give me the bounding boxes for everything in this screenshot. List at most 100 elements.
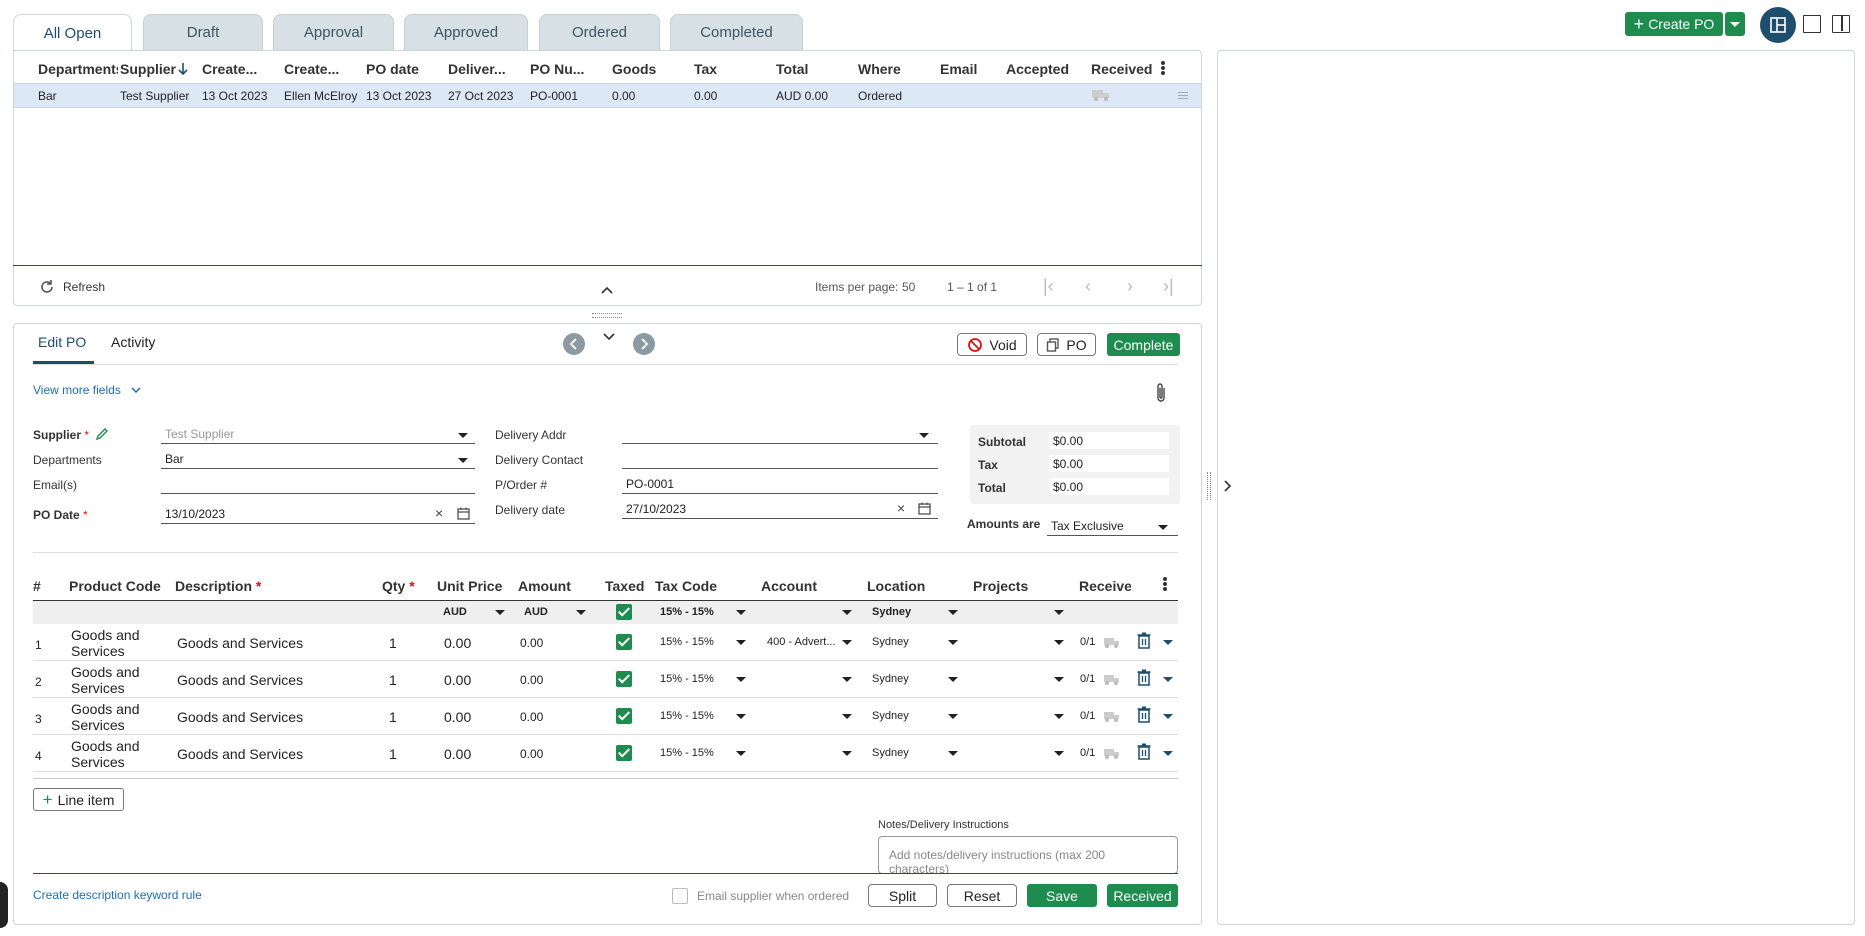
tab-approval[interactable]: Approval — [273, 14, 394, 50]
email-supplier-checkbox[interactable] — [672, 888, 688, 904]
default-amount-currency[interactable]: AUD — [524, 606, 548, 618]
line-description[interactable]: Goods and Services — [177, 635, 303, 651]
split-button[interactable]: Split — [868, 884, 937, 907]
col-po-date[interactable]: PO date — [366, 61, 419, 77]
notes-textarea[interactable]: Add notes/delivery instructions (max 200… — [878, 836, 1178, 874]
tab-activity[interactable]: Activity — [111, 334, 155, 350]
col-email[interactable]: Email — [940, 61, 977, 77]
col-delivery[interactable]: Deliver... — [448, 61, 506, 77]
add-line-item-button[interactable]: + Line item — [33, 788, 124, 811]
col-departments[interactable]: Departments — [38, 61, 118, 77]
layout-columns-icon[interactable] — [1832, 15, 1850, 33]
chevron-up-icon[interactable] — [600, 285, 614, 295]
line-product-code[interactable]: Goods and Services — [71, 627, 149, 659]
line-unit-price[interactable]: 0.00 — [444, 746, 471, 762]
table-row[interactable] — [14, 83, 1201, 108]
next-record-button[interactable] — [633, 333, 655, 355]
expand-row-icon[interactable] — [1163, 677, 1173, 682]
tab-ordered[interactable]: Ordered — [539, 14, 660, 50]
expand-row-icon[interactable] — [1163, 714, 1173, 719]
line-col-projects[interactable]: Projects — [973, 578, 1028, 594]
reset-button[interactable]: Reset — [947, 884, 1017, 907]
porder-field[interactable]: PO-0001 — [622, 476, 938, 494]
line-product-code[interactable]: Goods and Services — [71, 664, 149, 696]
tab-edit-po[interactable]: Edit PO — [38, 334, 86, 350]
line-taxed-checkbox[interactable] — [616, 671, 632, 687]
create-keyword-rule-link[interactable]: Create description keyword rule — [33, 888, 202, 902]
complete-button[interactable]: Complete — [1107, 333, 1180, 356]
prev-record-button[interactable] — [563, 333, 585, 355]
line-unit-price[interactable]: 0.00 — [444, 672, 471, 688]
line-col-qty[interactable]: Qty * — [382, 578, 415, 594]
calendar-icon[interactable] — [918, 502, 931, 515]
pencil-icon[interactable] — [95, 427, 109, 441]
line-col-description[interactable]: Description * — [175, 578, 261, 594]
sort-down-icon[interactable] — [177, 62, 189, 76]
departments-select[interactable]: Bar — [161, 451, 475, 469]
first-page-icon[interactable]: |‹ — [1043, 276, 1054, 297]
chat-widget[interactable] — [0, 882, 8, 928]
line-location[interactable]: Sydney — [872, 673, 909, 685]
line-column-menu-icon[interactable] — [1162, 576, 1168, 594]
line-col-received[interactable]: Receive — [1079, 578, 1131, 594]
po-date-field[interactable]: 13/10/2023 — [161, 506, 475, 524]
expand-row-icon[interactable] — [1163, 751, 1173, 756]
clear-icon[interactable]: × — [897, 500, 905, 516]
view-more-fields-link[interactable]: View more fields — [33, 383, 142, 397]
next-page-icon[interactable]: › — [1127, 276, 1133, 297]
tab-all-open[interactable]: All Open — [13, 14, 132, 52]
resize-grip[interactable] — [592, 313, 622, 318]
line-col-taxed[interactable]: Taxed — [605, 578, 644, 594]
col-po-number[interactable]: PO Nu... — [530, 61, 584, 77]
create-po-button[interactable]: + Create PO — [1625, 12, 1723, 36]
col-goods[interactable]: Goods — [612, 61, 656, 77]
line-location[interactable]: Sydney — [872, 710, 909, 722]
col-total[interactable]: Total — [776, 61, 808, 77]
line-col-product[interactable]: Product Code — [69, 578, 161, 594]
trash-icon[interactable] — [1137, 743, 1151, 763]
line-col-unit-price[interactable]: Unit Price — [437, 578, 502, 594]
line-location[interactable]: Sydney — [872, 636, 909, 648]
drag-handle-icon[interactable] — [1178, 92, 1188, 99]
save-button[interactable]: Save — [1027, 884, 1097, 907]
refresh-icon[interactable] — [38, 278, 56, 296]
line-col-tax-code[interactable]: Tax Code — [655, 578, 717, 594]
line-taxed-checkbox[interactable] — [616, 708, 632, 724]
col-tax[interactable]: Tax — [694, 61, 717, 77]
trash-icon[interactable] — [1137, 632, 1151, 652]
line-product-code[interactable]: Goods and Services — [71, 701, 149, 733]
last-page-icon[interactable]: ›| — [1163, 276, 1174, 297]
clear-icon[interactable]: × — [435, 505, 443, 521]
line-tax-code[interactable]: 15% - 15% — [660, 710, 714, 722]
delivery-contact-field[interactable] — [622, 451, 938, 469]
col-supplier[interactable]: Supplier — [120, 61, 176, 77]
expand-row-icon[interactable] — [1163, 640, 1173, 645]
trash-icon[interactable] — [1137, 706, 1151, 726]
tab-approved[interactable]: Approved — [404, 14, 528, 50]
supplier-select[interactable]: Test Supplier — [161, 426, 475, 444]
prev-page-icon[interactable]: ‹ — [1085, 276, 1091, 297]
col-accepted[interactable]: Accepted — [1006, 61, 1069, 77]
emails-field[interactable] — [161, 476, 475, 494]
chevron-down-icon[interactable] — [602, 331, 616, 341]
po-print-button[interactable]: PO — [1037, 333, 1096, 356]
line-col-location[interactable]: Location — [867, 578, 925, 594]
line-qty[interactable]: 1 — [389, 709, 397, 725]
tab-draft[interactable]: Draft — [143, 14, 263, 50]
line-description[interactable]: Goods and Services — [177, 746, 303, 762]
line-col-amount[interactable]: Amount — [518, 578, 571, 594]
default-location[interactable]: Sydney — [872, 606, 911, 618]
line-qty[interactable]: 1 — [389, 635, 397, 651]
paperclip-icon[interactable] — [1155, 382, 1167, 404]
col-created-by[interactable]: Create... — [284, 61, 339, 77]
line-taxed-checkbox[interactable] — [616, 634, 632, 650]
void-button[interactable]: Void — [957, 333, 1027, 356]
layout-single-icon[interactable] — [1803, 15, 1821, 33]
column-menu-icon[interactable] — [1160, 60, 1166, 78]
layout-split-icon[interactable] — [1760, 7, 1796, 43]
refresh-button[interactable]: Refresh — [63, 280, 105, 294]
calendar-icon[interactable] — [457, 507, 470, 520]
chevron-right-icon[interactable] — [1222, 479, 1232, 493]
line-description[interactable]: Goods and Services — [177, 709, 303, 725]
splitter-grip[interactable] — [1207, 472, 1211, 500]
